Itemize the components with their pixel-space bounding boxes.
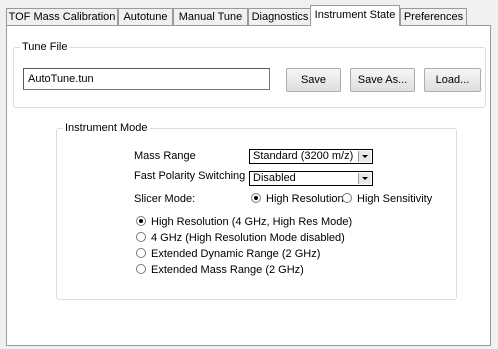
mode-4ghz-radio[interactable]: 4 GHz (High Resolution Mode disabled) [136, 231, 345, 245]
chevron-down-icon[interactable] [358, 151, 371, 162]
tune-file-group-label: Tune File [20, 41, 70, 54]
slicer-high-resolution-radio[interactable]: High Resolution [251, 192, 344, 206]
tab-instrument-state[interactable]: Instrument State [310, 5, 400, 26]
fast-polarity-value: Disabled [253, 172, 296, 184]
radio-unselected-icon [342, 193, 352, 203]
mode-extended-dynamic-range-label: Extended Dynamic Range (2 GHz) [151, 248, 321, 260]
instrument-mode-group-label: Instrument Mode [63, 122, 150, 135]
mass-range-value: Standard (3200 m/z) [253, 150, 354, 162]
instrument-mode-group: Instrument Mode Mass Range Standard (320… [56, 122, 457, 300]
chevron-down-icon[interactable] [358, 173, 371, 184]
tune-file-group: Tune File AutoTune.tun Save Save As... L… [13, 41, 486, 108]
mass-range-select[interactable]: Standard (3200 m/z) [249, 149, 373, 164]
save-as-button[interactable]: Save As... [350, 68, 415, 92]
tune-file-name-field[interactable]: AutoTune.tun [23, 68, 270, 90]
instrument-state-panel: Tune File AutoTune.tun Save Save As... L… [6, 25, 491, 346]
tab-diagnostics[interactable]: Diagnostics [248, 8, 312, 25]
fast-polarity-select[interactable]: Disabled [249, 171, 373, 186]
slicer-high-sensitivity-label: High Sensitivity [357, 193, 433, 205]
slicer-high-resolution-label: High Resolution [266, 193, 344, 205]
load-button[interactable]: Load... [424, 68, 481, 92]
mode-4ghz-label: 4 GHz (High Resolution Mode disabled) [151, 232, 345, 244]
tab-autotune[interactable]: Autotune [118, 8, 173, 25]
mass-range-label: Mass Range [134, 150, 196, 162]
mode-extended-mass-range-label: Extended Mass Range (2 GHz) [151, 264, 304, 276]
mode-extended-dynamic-range-radio[interactable]: Extended Dynamic Range (2 GHz) [136, 247, 320, 261]
radio-selected-icon [136, 216, 146, 226]
mode-extended-mass-range-radio[interactable]: Extended Mass Range (2 GHz) [136, 263, 304, 277]
radio-unselected-icon [136, 264, 146, 274]
radio-selected-icon [251, 193, 261, 203]
mode-high-resolution-radio[interactable]: High Resolution (4 GHz, High Res Mode) [136, 215, 352, 229]
tab-preferences[interactable]: Preferences [400, 8, 467, 25]
radio-unselected-icon [136, 232, 146, 242]
mode-high-resolution-label: High Resolution (4 GHz, High Res Mode) [151, 216, 353, 228]
fast-polarity-label: Fast Polarity Switching [134, 170, 246, 182]
tab-manual-tune[interactable]: Manual Tune [173, 8, 248, 25]
tab-tof-mass-calibration[interactable]: TOF Mass Calibration [6, 8, 118, 25]
save-button[interactable]: Save [286, 68, 341, 92]
radio-unselected-icon [136, 248, 146, 258]
slicer-mode-label: Slicer Mode: [134, 193, 196, 205]
slicer-high-sensitivity-radio[interactable]: High Sensitivity [342, 192, 432, 206]
